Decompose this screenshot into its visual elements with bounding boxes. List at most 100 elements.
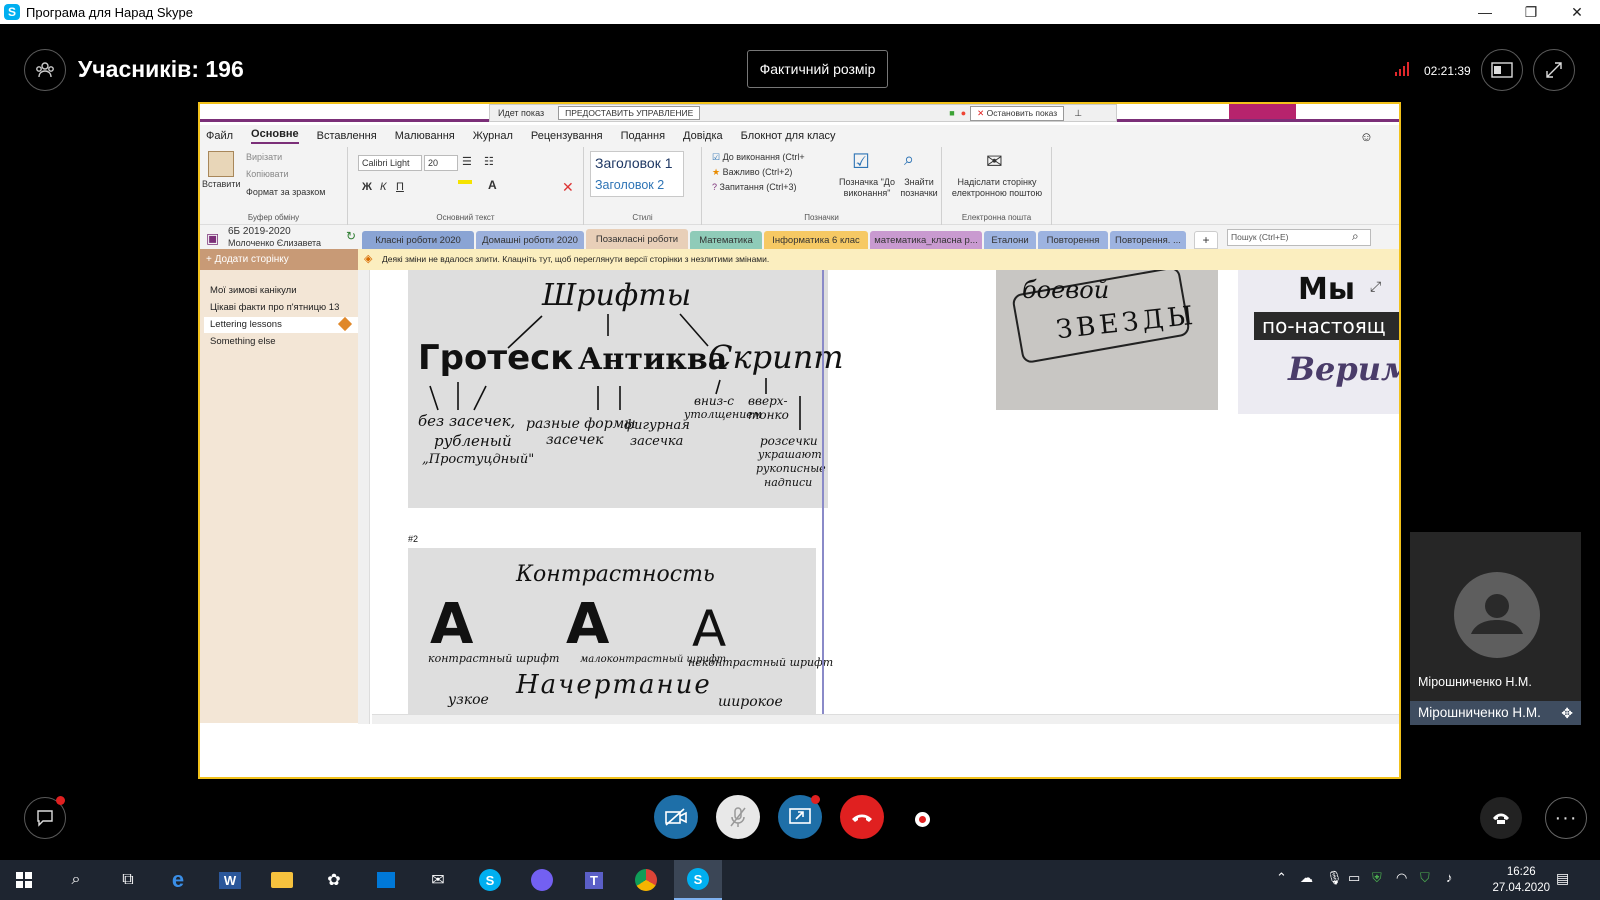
system-clock[interactable]: 16:26 27.04.2020 (1492, 864, 1550, 896)
minimize-button[interactable]: — (1462, 0, 1508, 24)
dialpad-icon[interactable] (1480, 797, 1522, 839)
format-painter-button[interactable]: Формат за зразком (246, 187, 326, 197)
smiley-icon[interactable]: ☺ (1360, 129, 1373, 144)
send-page-button[interactable]: Надіслати сторінку електронною поштою (946, 177, 1048, 199)
tag-todo[interactable]: ☑ До виконання (Ctrl+ (712, 152, 805, 163)
move-icon[interactable]: ✥ (1561, 701, 1573, 725)
menu-help[interactable]: Довідка (683, 130, 723, 142)
security-icon[interactable]: ⛨ (1372, 870, 1382, 886)
vertical-scrollbar[interactable] (358, 270, 370, 724)
tab-class-works[interactable]: Класні роботи 2020 (362, 231, 474, 249)
change-layout-icon[interactable] (1481, 49, 1523, 91)
teams-icon[interactable]: T (570, 860, 618, 900)
end-call-button[interactable] (840, 795, 884, 839)
tab-repetition-2[interactable]: Повторення. ... (1110, 231, 1186, 249)
find-tags-icon[interactable]: ⌕ (904, 149, 914, 170)
fullscreen-icon[interactable] (1533, 49, 1575, 91)
onedrive-icon[interactable]: ☁ (1300, 870, 1313, 886)
store-icon[interactable] (362, 860, 410, 900)
add-section-button[interactable]: + (1194, 231, 1218, 249)
menu-file[interactable]: Файл (206, 130, 233, 142)
tab-informatics[interactable]: Інформатика 6 клас (764, 231, 868, 249)
italic-button[interactable]: К (380, 181, 386, 193)
notebook-icon[interactable]: ▣ (206, 230, 219, 247)
tab-math[interactable]: Математика (690, 231, 762, 249)
tab-repetition[interactable]: Повторення (1038, 231, 1108, 249)
viber-icon[interactable] (518, 860, 566, 900)
photos-icon[interactable]: ✿ (310, 860, 358, 900)
merge-warning[interactable]: ◈ Деякі зміни не вдалося злити. Клацніть… (358, 249, 1399, 270)
wifi-icon[interactable]: ◠ (1396, 870, 1407, 886)
page-item-selected[interactable]: Lettering lessons (204, 317, 358, 333)
participants-icon[interactable] (24, 49, 66, 91)
highlight-icon[interactable] (458, 180, 472, 184)
menu-insert[interactable]: Вставлення (317, 130, 377, 142)
tab-extracurricular[interactable]: Позакласні роботи (586, 229, 688, 249)
shield-icon[interactable]: ⛉ (1420, 870, 1430, 886)
menu-draw[interactable]: Малювання (395, 130, 455, 142)
paste-button[interactable]: Вставити (202, 179, 241, 189)
add-page-button[interactable]: + Додати сторінку (200, 249, 358, 270)
start-button[interactable] (0, 860, 48, 900)
page-item[interactable]: Цікаві факти про п'ятницю 13 (204, 300, 358, 316)
chat-icon[interactable] (24, 796, 66, 839)
menu-class-notebook[interactable]: Блокнот для класу (741, 130, 836, 142)
numbering-icon[interactable]: ☷ (484, 155, 494, 168)
page-item[interactable]: Мої зимові канікули (204, 283, 358, 299)
email-icon[interactable]: ✉ (986, 149, 1003, 174)
battery-icon[interactable]: ▭ (1348, 870, 1360, 886)
search-icon[interactable]: ⌕ (52, 860, 100, 900)
heading1-style[interactable]: Заголовок 1 (595, 155, 673, 171)
menu-view[interactable]: Подання (621, 130, 665, 142)
menu-review[interactable]: Рецензування (531, 130, 603, 142)
chat-icon[interactable]: ■ (949, 108, 954, 118)
camera-off-button[interactable] (654, 795, 698, 839)
heading2-style[interactable]: Заголовок 2 (595, 178, 664, 192)
font-color-icon[interactable]: A (488, 178, 497, 192)
tab-home-works[interactable]: Домашні роботи 2020 (476, 231, 584, 249)
tray-chevron-icon[interactable]: ⌃ (1276, 870, 1287, 886)
paste-icon[interactable] (208, 151, 234, 177)
notebook-owner[interactable]: Молоченко Єлизавета (228, 238, 321, 248)
notifications-icon[interactable]: ▤ (1556, 870, 1569, 887)
copy-button[interactable]: Копіювати (246, 169, 289, 179)
underline-button[interactable]: П (396, 181, 404, 193)
cut-button[interactable]: Вирізати (246, 152, 282, 162)
expand-icon[interactable]: ⤢ (1370, 278, 1381, 295)
tab-math-class[interactable]: математика_класна р... (870, 231, 982, 249)
share-screen-button[interactable] (778, 795, 822, 839)
todo-tag-button[interactable]: Позначка "До виконання" (834, 177, 900, 199)
search-icon[interactable]: ⌕ (1352, 229, 1359, 244)
horizontal-scrollbar[interactable] (372, 714, 1399, 724)
bullets-icon[interactable]: ☰ (462, 155, 472, 168)
mute-button[interactable] (716, 795, 760, 839)
skype-icon[interactable]: S (466, 860, 514, 900)
todo-tag-icon[interactable]: ☑ (852, 149, 870, 174)
tag-important[interactable]: ★ Важливо (Ctrl+2) (712, 167, 792, 178)
volume-icon[interactable]: ♪ (1446, 870, 1453, 885)
skype-meetings-icon[interactable]: S (674, 860, 722, 900)
font-select[interactable]: Calibri Light (358, 155, 422, 171)
restore-button[interactable]: ❐ (1508, 0, 1554, 24)
grant-control-button[interactable]: ПРЕДОСТАВИТЬ УПРАВЛЕНИЕ (558, 106, 701, 120)
pin-icon[interactable]: ⊥ (1074, 108, 1082, 119)
chrome-icon[interactable] (622, 860, 670, 900)
tag-question[interactable]: ? Запитання (Ctrl+3) (712, 182, 796, 192)
participant-name-bar[interactable]: Мірошниченко Н.М. ✥ (1410, 701, 1581, 725)
bold-button[interactable]: Ж (362, 181, 372, 193)
styles-gallery[interactable]: Заголовок 1 Заголовок 2 (590, 151, 684, 197)
word-icon[interactable]: W (206, 860, 254, 900)
close-button[interactable]: ✕ (1554, 0, 1600, 24)
microphone-icon[interactable]: 🎙︎ (1326, 870, 1343, 886)
menu-home[interactable]: Основне (251, 128, 299, 144)
edge-icon[interactable]: e (154, 860, 202, 900)
actual-size-button[interactable]: Фактичний розмір (747, 50, 888, 88)
more-options-icon[interactable]: ··· (1545, 797, 1587, 839)
tab-standards[interactable]: Еталони (984, 231, 1036, 249)
size-select[interactable]: 20 (424, 155, 458, 171)
menu-history[interactable]: Журнал (473, 130, 513, 142)
participant-tile[interactable]: Мірошниченко Н.М. (1410, 532, 1581, 723)
task-view-icon[interactable]: ⧉ (104, 860, 152, 900)
find-tags-button[interactable]: Знайти позначки (898, 177, 940, 199)
clear-format-icon[interactable]: ✕ (562, 179, 574, 196)
